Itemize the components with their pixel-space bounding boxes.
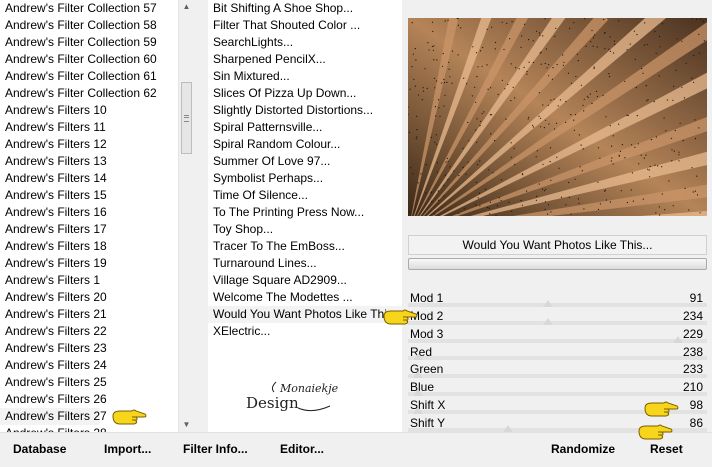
filter-list-panel: Bit Shifting A Shoe Shop... Filter That S… [208,0,403,432]
editor-button[interactable]: Editor... [280,442,324,456]
category-item[interactable]: Andrew's Filters 1 [0,272,178,289]
filter-item[interactable]: Symbolist Perhaps... [208,170,402,187]
slider-thumb[interactable] [413,371,423,379]
current-filter-name: Would You Want Photos Like This... [408,235,707,255]
category-item[interactable]: Andrew's Filters 16 [0,204,178,221]
category-item[interactable]: Andrew's Filters 23 [0,340,178,357]
category-item[interactable]: Andrew's Filters 27 [0,408,107,425]
category-item[interactable]: Andrew's Filters 22 [0,323,178,340]
randomize-button[interactable]: Randomize [551,442,615,456]
slider-thumb[interactable] [503,424,513,432]
reset-button[interactable]: Reset [650,442,683,456]
bottom-button-bar: Database Import... Filter Info... Editor… [0,432,712,467]
import-button[interactable]: Import... [104,442,151,456]
filter-item[interactable]: Village Square AD2909... [208,272,402,289]
category-item[interactable]: Andrew's Filter Collection 61 [0,68,178,85]
category-scrollbar[interactable]: ▲ ▼ [178,0,194,432]
slider-thumb[interactable] [673,335,683,343]
panel-divider [194,0,208,432]
scroll-up-arrow-icon[interactable]: ▲ [179,0,194,14]
filter-item[interactable]: Tracer To The EmBoss... [208,238,402,255]
filter-item[interactable]: Slices Of Pizza Up Down... [208,85,402,102]
pointing-hand-icon [112,409,147,425]
slider-row[interactable]: Mod 3 229 [408,325,707,343]
category-item[interactable]: Andrew's Filters 14 [0,170,178,187]
scrollbar-thumb[interactable] [181,82,192,154]
filter-item[interactable]: Spiral Patternsville... [208,119,402,136]
slider-thumb[interactable] [543,299,553,307]
slider-row[interactable]: Red 238 [408,343,707,361]
filter-item[interactable]: Sin Mixtured... [208,68,402,85]
database-button[interactable]: Database [13,442,66,456]
category-item[interactable]: Andrew's Filter Collection 59 [0,34,178,51]
slider-thumb[interactable] [413,406,423,414]
category-item[interactable]: Andrew's Filter Collection 62 [0,85,178,102]
filter-item[interactable]: Toy Shop... [208,221,402,238]
filter-item[interactable]: Sharpened PencilX... [208,51,402,68]
slider-thumb[interactable] [413,353,423,361]
category-item[interactable]: Andrew's Filters 28 [0,425,178,432]
category-item[interactable]: Andrew's Filters 11 [0,119,178,136]
slider-thumb[interactable] [543,317,553,325]
category-item[interactable]: Andrew's Filters 26 [0,391,178,408]
category-item[interactable]: Andrew's Filters 19 [0,255,178,272]
filter-info-button[interactable]: Filter Info... [183,442,248,456]
category-list[interactable]: Andrew's Filter Collection 57 Andrew's Fi… [0,0,178,432]
filter-item[interactable]: XElectric... [208,323,402,340]
filter-item[interactable]: Would You Want Photos Like This... [208,306,403,323]
filter-item[interactable]: Filter That Shouted Color ... [208,17,402,34]
pointing-hand-icon [644,401,679,417]
category-item[interactable]: Andrew's Filters 13 [0,153,178,170]
filter-item[interactable]: Spiral Random Colour... [208,136,402,153]
filter-item[interactable]: Welcome The Modettes ... [208,289,402,306]
slider-row[interactable]: Mod 1 91 [408,289,707,307]
filter-item[interactable]: Summer Of Love 97... [208,153,402,170]
category-item[interactable]: Andrew's Filter Collection 60 [0,51,178,68]
category-item[interactable]: Andrew's Filters 17 [0,221,178,238]
category-item[interactable]: Andrew's Filters 21 [0,306,178,323]
filter-item[interactable]: Turnaround Lines... [208,255,402,272]
progress-bar [408,258,707,270]
slider-row[interactable]: Green 233 [408,360,707,379]
filter-item[interactable]: Time Of Silence... [208,187,402,204]
category-item[interactable]: Andrew's Filters 20 [0,289,178,306]
category-item[interactable]: Andrew's Filters 24 [0,357,178,374]
filter-item[interactable]: SearchLights... [208,34,402,51]
slider-row[interactable]: Mod 2 234 [408,307,707,325]
category-item[interactable]: Andrew's Filters 25 [0,374,178,391]
category-item[interactable]: Andrew's Filters 15 [0,187,178,204]
category-list-panel: Andrew's Filter Collection 57 Andrew's Fi… [0,0,194,432]
category-item[interactable]: Andrew's Filter Collection 57 [0,0,178,17]
pointing-hand-icon [638,424,673,440]
designer-watermark: Monaiekje Design [246,381,339,412]
filter-item[interactable]: Bit Shifting A Shoe Shop... [208,0,402,17]
category-item[interactable]: Andrew's Filter Collection 58 [0,17,178,34]
watermark-line2: Design [246,394,299,412]
filter-item[interactable]: To The Printing Press Now... [208,204,402,221]
category-item[interactable]: Andrew's Filters 12 [0,136,178,153]
slider-thumb[interactable] [413,389,423,397]
filter-list[interactable]: Bit Shifting A Shoe Shop... Filter That S… [208,0,403,340]
slider-row[interactable]: Blue 210 [408,378,707,397]
preview-panel: Would You Want Photos Like This... Mod 1… [402,0,712,432]
pointing-hand-icon [383,309,418,325]
preview-image [408,18,707,216]
filter-item[interactable]: Slightly Distorted Distortions... [208,102,402,119]
scroll-down-arrow-icon[interactable]: ▼ [179,418,194,432]
category-item[interactable]: Andrew's Filters 18 [0,238,178,255]
category-item[interactable]: Andrew's Filters 10 [0,102,178,119]
